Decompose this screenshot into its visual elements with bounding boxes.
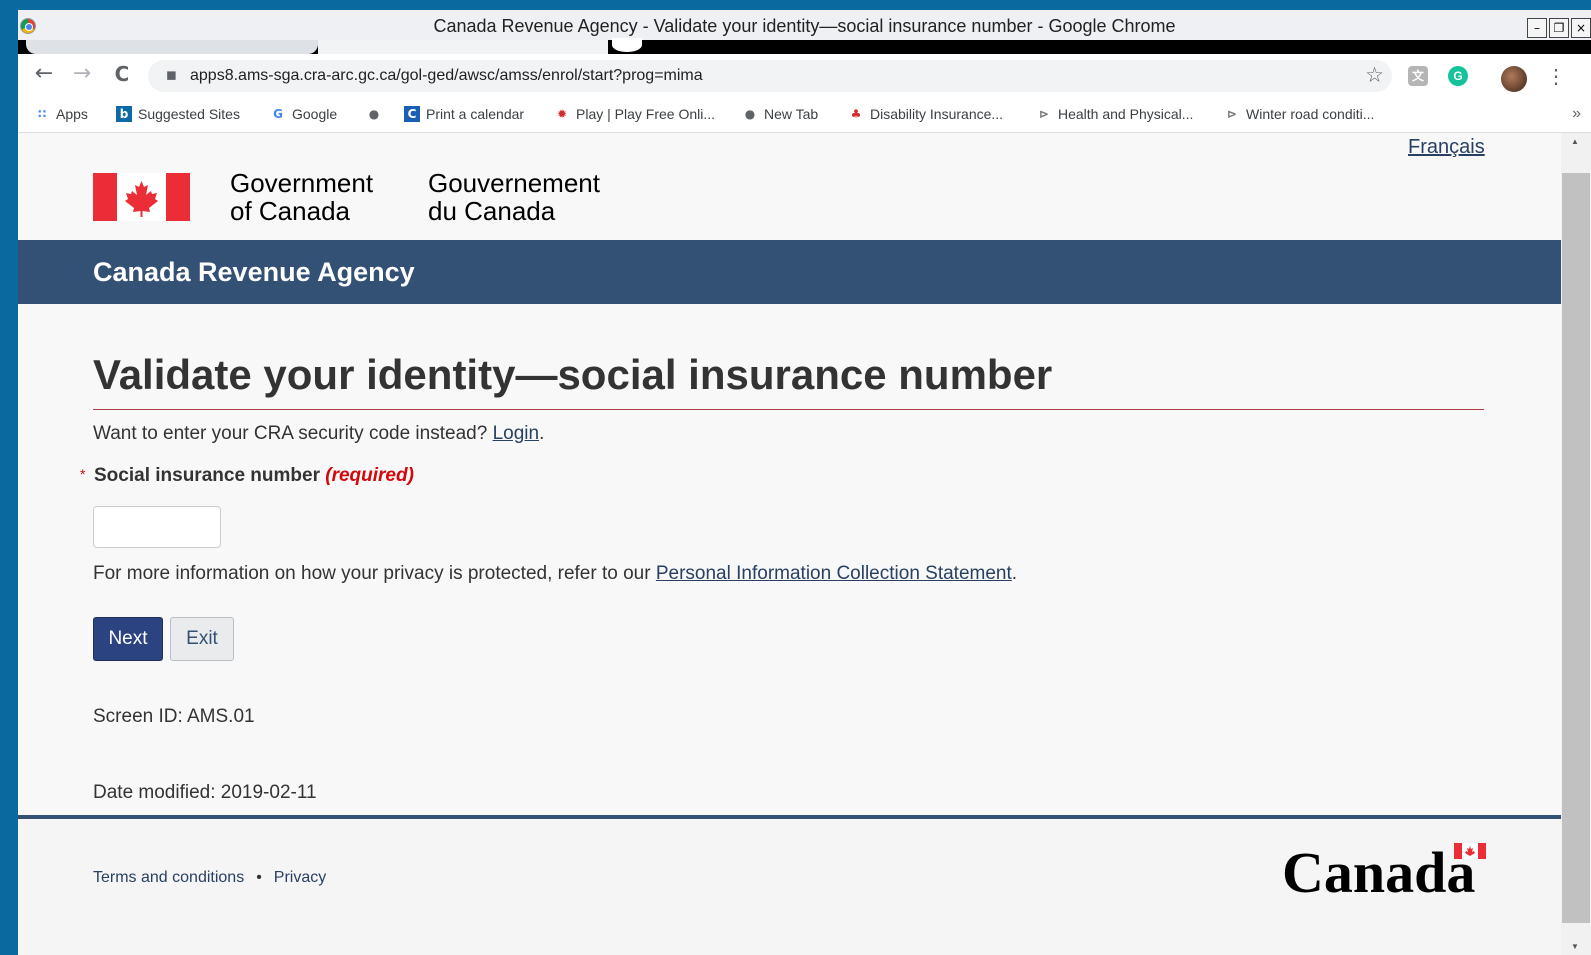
required-asterisk: *: [80, 466, 86, 482]
scroll-up-icon[interactable]: ▲: [1571, 137, 1579, 146]
government-of-canada-en: Government of Canada: [230, 169, 373, 225]
bookmark-label: Play | Play Free Onli...: [576, 106, 716, 122]
canada-wordmark: Canada: [1282, 840, 1476, 905]
date-modified: Date modified: 2019-02-11: [93, 782, 317, 803]
window-title: Canada Revenue Agency - Validate your id…: [433, 16, 1176, 36]
canada-flag-icon: [93, 173, 190, 221]
bookmark-label: Health and Physical...: [1058, 106, 1194, 122]
gov-en-line1: Government: [230, 168, 374, 198]
privacy-link[interactable]: Privacy: [274, 869, 326, 886]
bookmark-label: Print a calendar: [426, 106, 525, 122]
alt-login-prompt: Want to enter your CRA security code ins…: [93, 423, 544, 445]
privacy-statement-link[interactable]: Personal Information Collection Statemen…: [656, 563, 1012, 584]
calendar-site-icon: C: [404, 106, 420, 122]
wordmark-flag-icon: [1454, 843, 1486, 859]
terms-link[interactable]: Terms and conditions: [93, 869, 244, 886]
next-button[interactable]: Next: [93, 617, 163, 661]
login-link[interactable]: Login: [493, 423, 540, 444]
bookmark-print-calendar[interactable]: C Print a calendar: [404, 106, 524, 122]
reload-icon[interactable]: C: [110, 62, 134, 86]
maple-leaf-icon: ♣: [850, 107, 862, 121]
globe-icon: ●: [744, 107, 756, 121]
tab-active[interactable]: [318, 40, 608, 54]
forward-arrow-icon[interactable]: →: [70, 62, 94, 86]
bookmark-health-physical[interactable]: ⊳ Health and Physical...: [1036, 106, 1193, 122]
gov-en-line2: of Canada: [230, 196, 350, 226]
exit-button[interactable]: Exit: [170, 617, 234, 661]
required-tag: (required): [325, 465, 414, 486]
bookmark-suggested-sites[interactable]: b Suggested Sites: [116, 106, 240, 122]
back-arrow-icon[interactable]: ←: [32, 62, 56, 86]
menu-kebab-icon[interactable]: ⋮: [1546, 64, 1566, 89]
web-page: Français Government of Canada Gouverneme…: [18, 133, 1561, 955]
privacy-text: For more information on how your privacy…: [93, 563, 651, 584]
translate-extension-icon[interactable]: 文: [1408, 66, 1428, 86]
footer-links: Terms and conditions • Privacy: [93, 869, 326, 887]
address-url[interactable]: apps8.ams-sga.cra-arc.gc.ca/gol-ged/awsc…: [190, 67, 703, 85]
page-footer: Terms and conditions • Privacy Canada: [18, 819, 1561, 955]
bookmark-star-icon[interactable]: ☆: [1365, 63, 1384, 87]
globe-icon: ●: [368, 107, 380, 121]
bing-icon: b: [116, 106, 132, 122]
chrome-window: Canada Revenue Agency - Validate your id…: [18, 10, 1591, 955]
privacy-suffix: .: [1011, 563, 1018, 584]
bookmark-label: New Tab: [764, 106, 819, 122]
sin-field-label: Social insurance number (required): [94, 465, 414, 487]
gov-fr-line1: Gouvernement: [428, 168, 600, 198]
title-divider: [93, 409, 1484, 410]
alt-login-text: Want to enter your CRA security code ins…: [93, 423, 488, 444]
sin-label-text: Social insurance number: [94, 465, 320, 486]
new-tab-button[interactable]: [612, 38, 642, 52]
grammarly-icon[interactable]: G: [1448, 66, 1468, 86]
agency-banner: Canada Revenue Agency: [18, 240, 1561, 304]
browser-toolbar: ← → C ◼ apps8.ams-sga.cra-arc.gc.ca/gol-…: [18, 54, 1591, 96]
restore-button[interactable]: ❐: [1549, 18, 1569, 38]
bookmark-apps[interactable]: ∷ Apps: [34, 106, 88, 122]
minimize-button[interactable]: –: [1527, 18, 1547, 38]
bookmark-label: Winter road conditi...: [1246, 106, 1375, 122]
lock-icon: ◼: [166, 67, 177, 82]
bookmark-google[interactable]: G Google: [270, 106, 337, 122]
page-title: Validate your identity—social insurance …: [93, 351, 1053, 398]
screen-id: Screen ID: AMS.01: [93, 706, 255, 727]
sin-input[interactable]: [93, 506, 221, 548]
tab-strip: [18, 38, 1591, 54]
gov-fr-line2: du Canada: [428, 196, 556, 226]
bookmark-disability-insurance[interactable]: ♣ Disability Insurance...: [848, 106, 1003, 122]
scrollbar-thumb[interactable]: [1562, 173, 1590, 923]
government-of-canada-fr: Gouvernement du Canada: [428, 169, 600, 225]
bookmark-globe[interactable]: ●: [366, 106, 382, 122]
cbc-gem-icon: ✹: [556, 107, 568, 121]
address-bar[interactable]: ◼ apps8.ams-sga.cra-arc.gc.ca/gol-ged/aw…: [148, 60, 1392, 92]
feather-icon: ⊳: [1038, 107, 1050, 121]
bookmark-label: Apps: [56, 106, 88, 122]
privacy-notice: For more information on how your privacy…: [93, 563, 1017, 585]
profile-avatar[interactable]: [1501, 66, 1527, 92]
language-toggle-link[interactable]: Français: [1408, 136, 1485, 159]
alt-login-suffix: .: [539, 423, 545, 444]
tab-inactive[interactable]: [26, 40, 318, 54]
bookmark-play[interactable]: ✹ Play | Play Free Onli...: [554, 106, 715, 122]
bookmark-label: Google: [292, 106, 338, 122]
bookmarks-overflow-icon[interactable]: »: [1572, 105, 1581, 123]
scroll-down-icon[interactable]: ▼: [1571, 942, 1579, 951]
vertical-scrollbar[interactable]: ▲ ▼: [1561, 133, 1591, 955]
bookmark-winter-road[interactable]: ⊳ Winter road conditi...: [1224, 106, 1374, 122]
apps-grid-icon: ∷: [37, 107, 47, 121]
bookmark-label: Disability Insurance...: [870, 106, 1004, 122]
title-bar: Canada Revenue Agency - Validate your id…: [18, 10, 1591, 40]
bookmark-label: Suggested Sites: [138, 106, 240, 122]
bookmarks-bar: ∷ Apps b Suggested Sites G Google ● C Pr…: [18, 96, 1591, 133]
google-icon: G: [273, 107, 283, 121]
close-button[interactable]: ×: [1571, 18, 1591, 38]
bookmark-new-tab[interactable]: ● New Tab: [742, 106, 818, 122]
agency-name[interactable]: Canada Revenue Agency: [93, 257, 415, 288]
footer-separator: •: [256, 869, 262, 886]
feather-icon: ⊳: [1226, 107, 1238, 121]
